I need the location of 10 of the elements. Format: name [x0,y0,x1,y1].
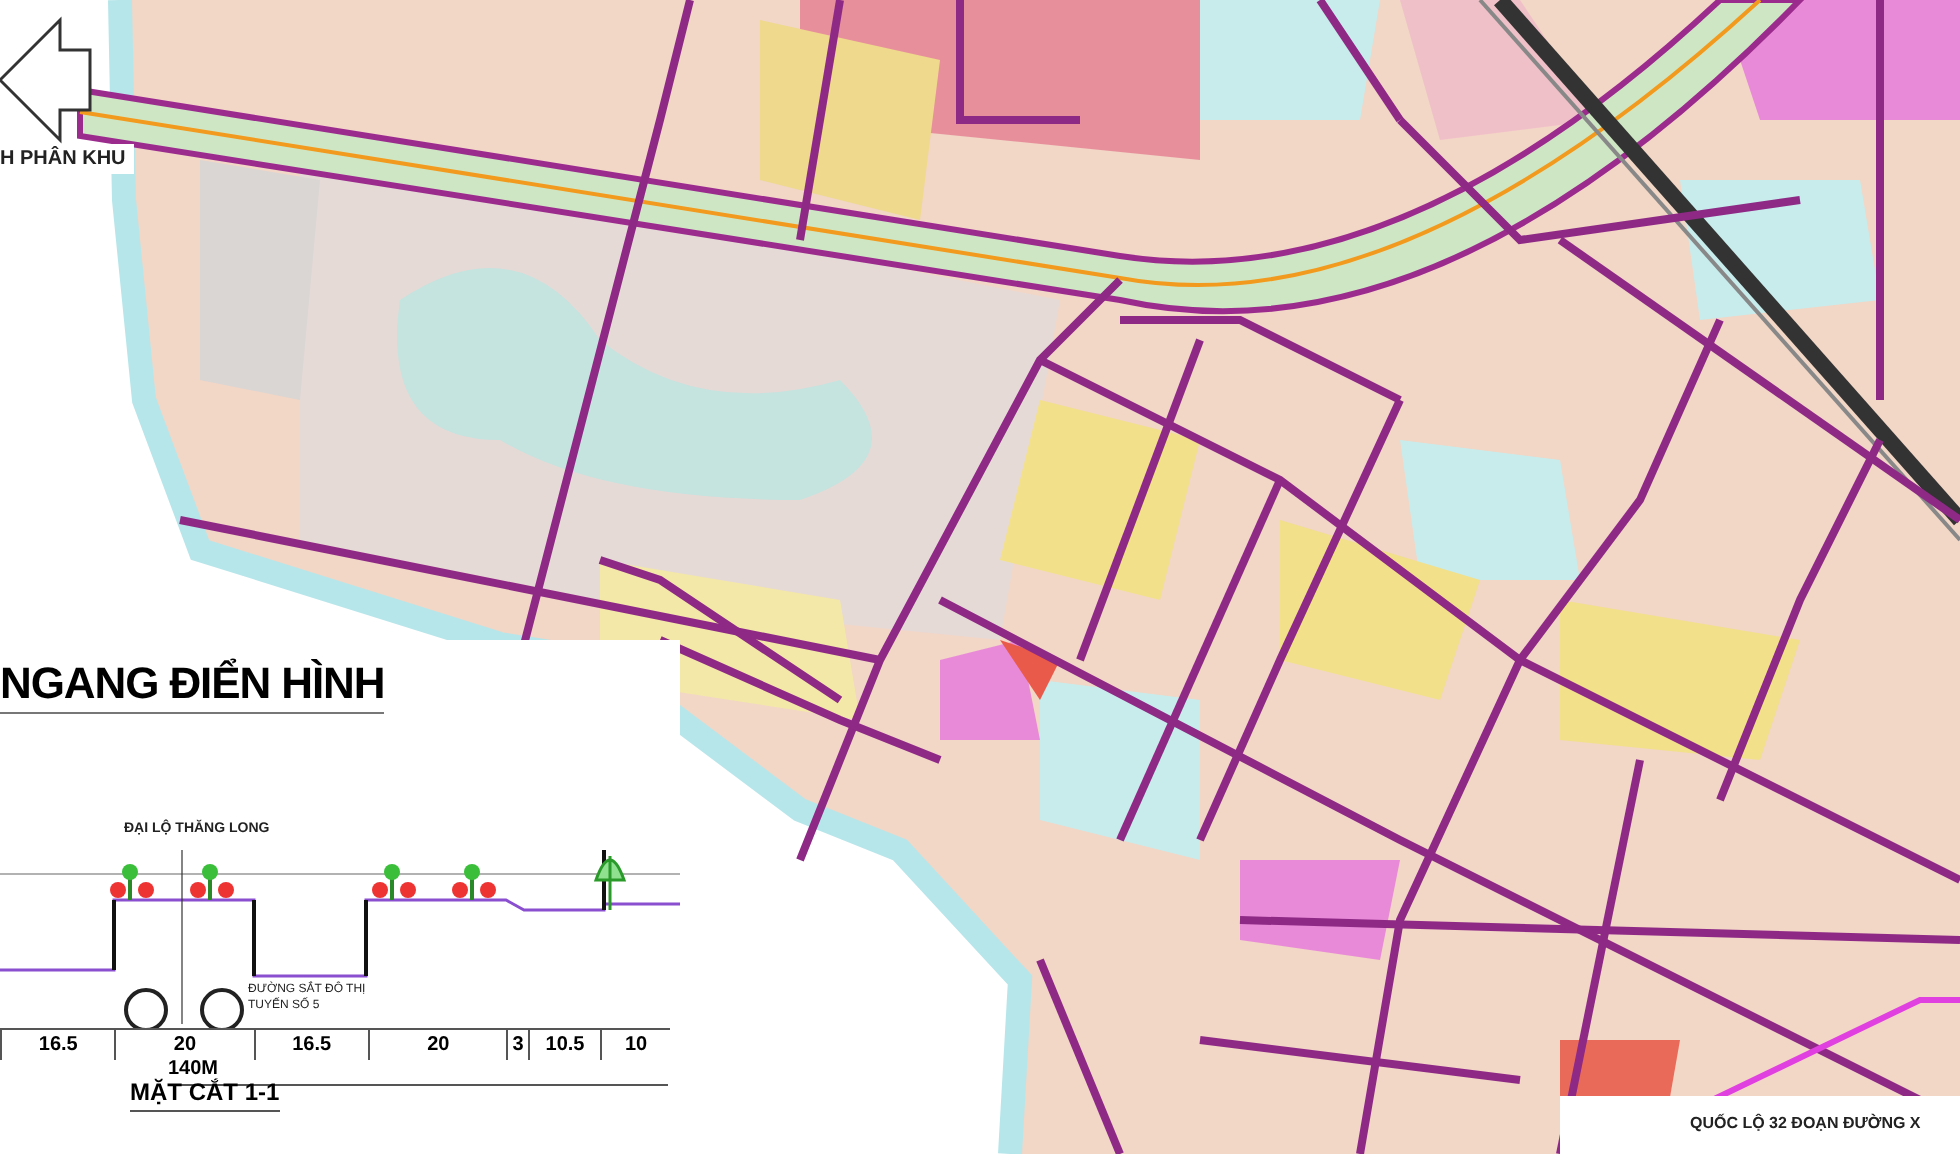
width-dimension: 3 [506,1030,528,1060]
road-note: QUỐC LỘ 32 ĐOẠN ĐƯỜNG X [1690,1112,1921,1136]
width-dimension: 10.5 [527,1030,601,1060]
direction-label: H PHÂN KHU [0,144,134,174]
section-heading: NGANG ĐIỂN HÌNH [0,656,385,714]
width-dimension: 10 [600,1030,670,1060]
width-dimension: 16.5 [0,1030,115,1060]
width-dimension: 20 [114,1030,254,1060]
width-dimension: 20 [367,1030,507,1060]
width-dimension: 16.5 [253,1030,368,1060]
